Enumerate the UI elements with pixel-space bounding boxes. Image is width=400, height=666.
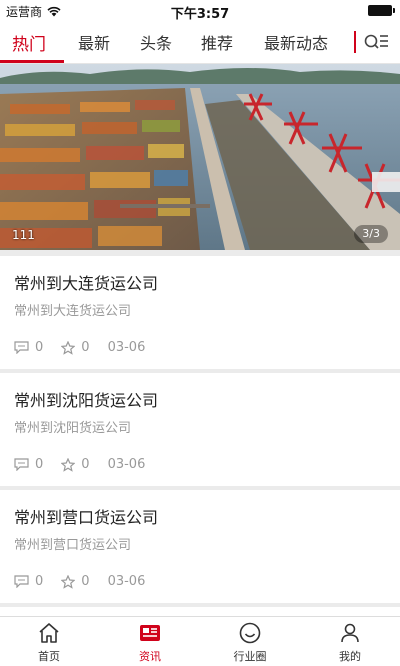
article-date: 03-06 — [107, 574, 146, 589]
banner-port-image — [0, 64, 400, 250]
favorite-count: 0 — [61, 340, 90, 355]
article-date: 03-06 — [107, 340, 146, 355]
article-item[interactable]: 常州到沈阳货运公司 常州到沈阳货运公司 0 0 03-06 — [0, 373, 400, 486]
status-bar: 运营商 下午3:57 — [0, 0, 400, 22]
article-item-partial — [0, 607, 400, 616]
banner-page-indicator: 3/3 — [354, 225, 388, 243]
category-tab-bar: 热门 最新 头条 推荐 最新动态 — [0, 20, 400, 64]
article-title: 常州到沈阳货运公司 — [14, 391, 159, 410]
tab-latest[interactable]: 最新 — [78, 30, 110, 54]
news-icon — [140, 625, 160, 641]
tab-recommended[interactable]: 推荐 — [201, 30, 233, 54]
comment-icon — [14, 575, 29, 588]
article-meta: 0 0 03-06 — [14, 457, 145, 472]
article-subtitle: 常州到大连货运公司 — [14, 304, 132, 319]
user-icon — [341, 623, 359, 643]
nav-profile[interactable]: 我的 — [320, 621, 380, 664]
nav-industry-circle-label: 行业圈 — [233, 650, 267, 663]
battery-icon — [368, 5, 395, 16]
active-tab-underline — [0, 60, 64, 63]
article-date: 03-06 — [107, 457, 146, 472]
nav-profile-label: 我的 — [339, 650, 361, 663]
star-icon — [61, 457, 76, 472]
nav-home-label: 首页 — [38, 650, 60, 663]
smile-icon — [239, 622, 261, 644]
article-meta: 0 0 03-06 — [14, 574, 145, 589]
star-icon — [61, 340, 76, 355]
comment-icon — [14, 341, 29, 354]
channel-menu-icon[interactable] — [362, 29, 390, 55]
comment-count: 0 — [14, 340, 43, 355]
banner-caption: 111 — [12, 228, 35, 242]
tab-latest-news[interactable]: 最新动态 — [264, 30, 328, 54]
comment-icon — [14, 458, 29, 471]
comment-count: 0 — [14, 457, 43, 472]
nav-news-label: 资讯 — [139, 650, 161, 663]
nav-home[interactable]: 首页 — [19, 621, 79, 664]
tab-divider — [354, 31, 356, 53]
article-meta: 0 0 03-06 — [14, 340, 145, 355]
home-icon — [39, 623, 59, 643]
tab-headlines[interactable]: 头条 — [140, 30, 172, 54]
article-item[interactable]: 常州到大连货运公司 常州到大连货运公司 0 0 03-06 — [0, 256, 400, 369]
article-item[interactable]: 常州到营口货运公司 常州到营口货运公司 0 0 03-06 — [0, 490, 400, 603]
favorite-count: 0 — [61, 457, 90, 472]
nav-news[interactable]: 资讯 — [120, 621, 180, 664]
banner-carousel[interactable]: 111 3/3 — [0, 64, 400, 250]
favorite-count: 0 — [61, 574, 90, 589]
star-icon — [61, 574, 76, 589]
article-subtitle: 常州到营口货运公司 — [14, 538, 132, 553]
article-title: 常州到大连货运公司 — [14, 274, 159, 293]
tab-hot[interactable]: 热门 — [12, 30, 46, 55]
comment-count: 0 — [14, 574, 43, 589]
nav-industry-circle[interactable]: 行业圈 — [220, 621, 280, 664]
article-title: 常州到营口货运公司 — [14, 508, 159, 527]
bottom-tab-bar: 首页 资讯 行业圈 我的 — [0, 616, 400, 666]
article-subtitle: 常州到沈阳货运公司 — [14, 421, 132, 436]
